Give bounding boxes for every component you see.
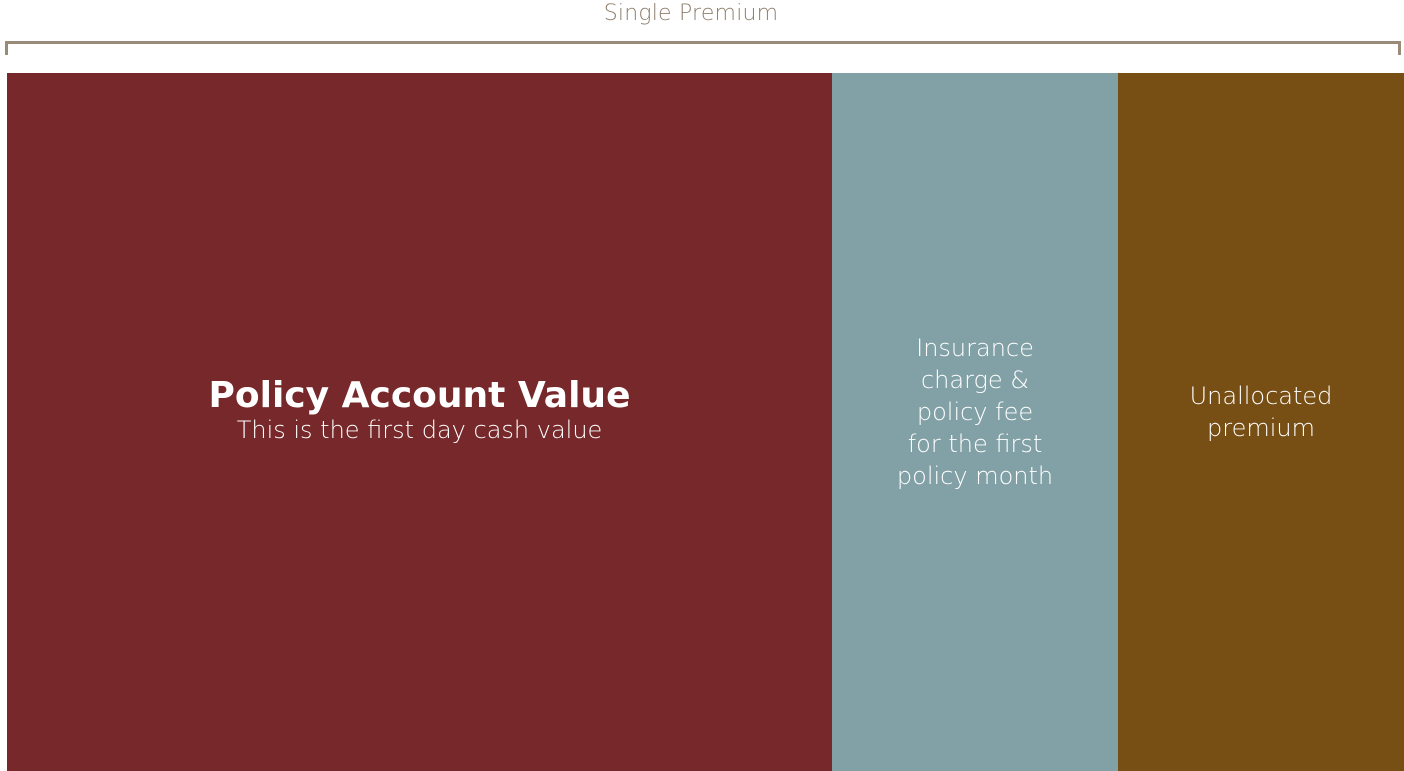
insurance-charge-line: policy fee [916,398,1034,426]
unallocated-premium-line: Unallocated [1189,382,1333,410]
insurance-charge-line: for the first [907,430,1043,458]
single-premium-label: Single Premium [603,1,779,26]
single-premium-bracket [5,41,1401,55]
unallocated-premium-block: Unallocated premium [1118,73,1404,771]
premium-breakdown: Policy Account Value This is the first d… [7,73,1404,771]
policy-account-value-title: Policy Account Value [208,375,631,416]
insurance-charge-text: Insurance charge & policy fee for the fi… [875,332,1075,492]
insurance-charge-line: policy month [896,462,1054,490]
unallocated-premium-text: Unallocated premium [1161,380,1361,444]
insurance-charge-line: Insurance [916,334,1034,362]
insurance-charge-line: charge & [920,366,1030,394]
unallocated-premium-line: premium [1207,414,1315,442]
policy-account-value-block: Policy Account Value This is the first d… [7,73,832,771]
policy-account-value-subtitle: This is the first day cash value [236,416,603,444]
insurance-charge-block: Insurance charge & policy fee for the fi… [832,73,1118,771]
